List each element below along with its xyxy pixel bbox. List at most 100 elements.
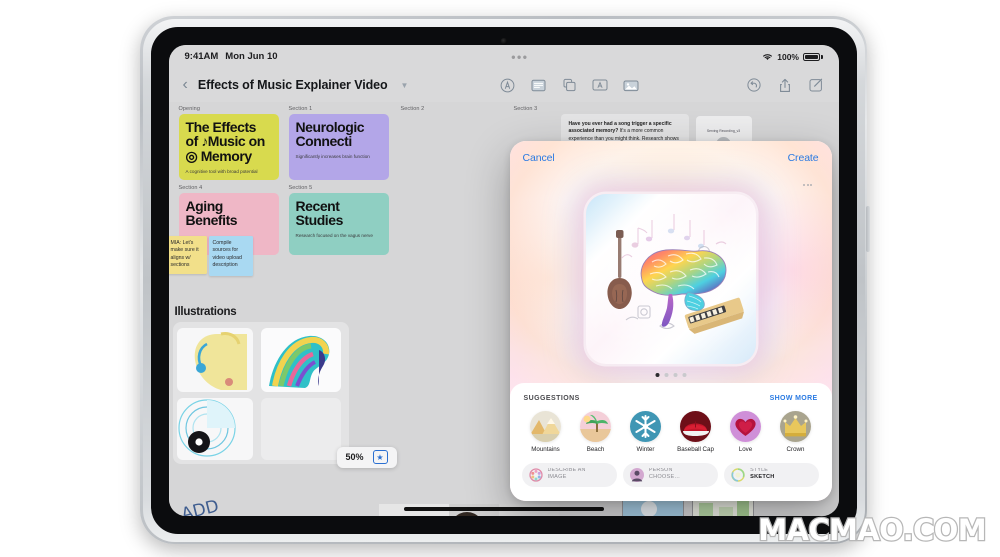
section-label: Section 2 [400,105,425,112]
card-title: The Effects of ♪Music on ◎ Memory [185,118,266,164]
watermark-text-1: MACMAO [757,512,904,549]
sticky-note[interactable]: MIA: Let's make sure it aligns w/ sectio… [168,235,207,274]
suggestion-label: Crown [786,445,805,453]
section-heading: Illustrations [174,305,237,318]
status-date: Mon Jun 10 [225,51,278,62]
suggestion-label: Love [738,445,753,453]
power-button[interactable] [866,206,870,252]
toolbar-actions [746,78,825,93]
section-label: Section 4 [178,184,203,191]
suggestions-list: Mountains Beach Winter Baseball Cap Love… [510,402,832,453]
chip-line-2: SKETCH [750,474,775,481]
toolbar-tools [499,78,640,93]
suggestion-beach[interactable]: Beach [576,410,616,453]
style-chip[interactable]: STYLE SKETCH [724,462,820,487]
suggestion-label: Winter [636,445,655,453]
beach-icon [580,410,611,442]
ipad-screen: 9:41AM Mon Jun 10 ••• 100% ‹ Effects of … [168,44,839,516]
suggestions-header: SUGGESTIONS SHOW MORE [510,383,832,402]
illustration-thumb[interactable] [176,327,253,392]
board-card[interactable]: The Effects of ♪Music on ◎ Memory A cogn… [178,113,279,180]
image-playground-dialog: Cancel Create SUGGESTIONS SHOW MORE Moun… [509,140,832,501]
suggestion-baseball-cap[interactable]: Baseball Cap [676,410,716,453]
crown-icon [780,410,811,442]
section-label: Section 1 [288,105,313,112]
star-icon[interactable]: ★ [372,450,388,464]
show-more-button[interactable]: SHOW MORE [770,395,818,402]
app-toolbar: ‹ Effects of Music Explainer Video ▼ [168,68,839,102]
ellipsis-icon[interactable] [800,180,816,191]
person-icon [629,467,644,482]
describe-icon [528,467,543,482]
wifi-icon [762,53,773,61]
home-indicator[interactable] [403,507,604,511]
pen-markup-icon[interactable] [499,78,516,93]
media-insert-icon[interactable] [623,78,640,93]
section-label: Section 5 [288,184,313,191]
page-dots[interactable] [655,372,686,377]
card-subtitle: Significantly increases brain function [295,153,370,159]
handwriting-annotation: ADD NEW IDEAS [179,496,221,516]
mountains-icon [530,410,561,442]
text-box-icon[interactable] [592,78,609,93]
baseball-cap-icon [680,410,711,442]
sticky-note[interactable]: Compile sources for video upload descrip… [208,235,253,276]
suggestion-label: Baseball Cap [677,445,714,453]
chip-line-2: CHOOSE… [648,474,681,481]
back-button[interactable]: ‹ [183,77,188,93]
illustration-thumb[interactable] [260,397,341,460]
zoom-control[interactable]: 50% ★ [336,446,397,468]
ipad-device-frame: 9:41AM Mon Jun 10 ••• 100% ‹ Effects of … [140,16,870,544]
person-chip[interactable]: PERSON CHOOSE… [622,462,719,487]
illustration-thumb[interactable] [260,327,341,392]
status-bar: 9:41AM Mon Jun 10 ••• 100% [168,44,839,69]
sticky-note-icon[interactable] [530,78,547,93]
chip-line-2: IMAGE [547,474,567,481]
suggestion-winter[interactable]: Winter [626,410,666,453]
dialog-header: Cancel Create [510,141,832,175]
rainbow-brain-music-illustration [585,193,756,364]
battery-icon [803,52,823,61]
suggestion-crown[interactable]: Crown [776,410,816,453]
chevron-down-icon[interactable]: ▼ [401,81,409,90]
video-card-title: Serving Recording_v3 [706,128,741,133]
undo-icon[interactable] [746,78,763,93]
suggestion-label: Mountains [531,445,560,453]
generated-image-preview[interactable] [585,193,756,364]
style-icon [731,467,745,482]
ipad-edge: 9:41AM Mon Jun 10 ••• 100% ‹ Effects of … [142,18,865,542]
suggestion-label: Beach [586,445,605,453]
section-label: Section 3 [513,105,538,112]
snowflake-icon [630,410,661,442]
compose-icon[interactable] [808,78,825,93]
illustration-thumb[interactable] [176,397,253,460]
watermark: MACMAO.COM [757,512,988,549]
card-title: Aging Benefits [185,197,238,229]
zoom-level: 50% [345,452,364,462]
screenshot-root: 9:41AM Mon Jun 10 ••• 100% ‹ Effects of … [0,0,1000,557]
shapes-icon[interactable] [561,78,578,93]
suggestion-mountains[interactable]: Mountains [526,410,566,453]
board-card[interactable]: Neurologic Connecti Significantly increa… [288,113,389,180]
section-label: Opening [178,105,200,112]
card-subtitle: A cognitive tool with broad potential [185,168,258,174]
create-button[interactable]: Create [788,152,819,164]
share-icon[interactable] [777,78,794,93]
front-camera-icon [500,37,507,45]
status-time: 9:41AM [184,51,219,62]
option-chips: DESCRIBE AN IMAGE PERSON CHOOSE… STYLE S… [510,453,832,487]
document-title: Effects of Music Explainer Video [197,78,388,92]
ipad-bezel: 9:41AM Mon Jun 10 ••• 100% ‹ Effects of … [150,26,857,534]
describe-image-chip[interactable]: DESCRIBE AN IMAGE [521,462,617,487]
heart-icon [730,410,761,442]
cancel-button[interactable]: Cancel [523,152,555,164]
board-card[interactable]: Recent Studies Research focused on the v… [288,192,389,255]
watermark-text-2: .COM [901,512,988,549]
card-title: Recent Studies [295,197,344,229]
svg-text:ADD: ADD [179,496,221,516]
suggestion-love[interactable]: Love [726,410,766,453]
battery-percent: 100% [777,51,799,62]
multitask-handle[interactable]: ••• [278,51,763,63]
suggestions-label: SUGGESTIONS [523,394,580,402]
card-subtitle: Research focused on the vagus nerve [295,232,373,238]
